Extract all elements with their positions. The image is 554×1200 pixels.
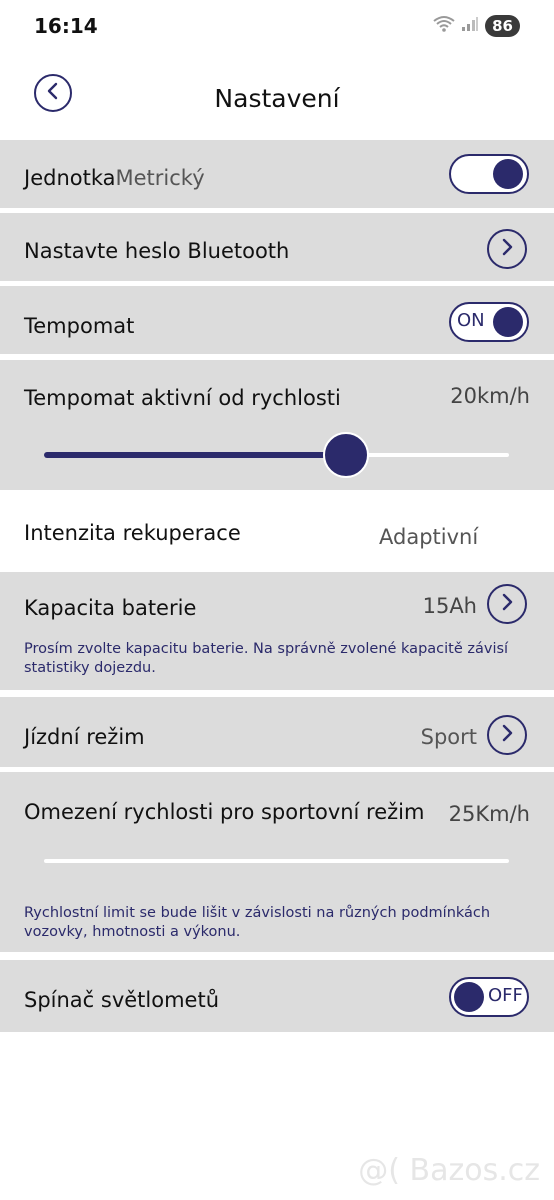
wifi-icon (433, 15, 455, 37)
sport-limit-row: Omezení rychlosti pro sportovní režim 25… (0, 772, 554, 952)
headlight-toggle[interactable]: OFF (449, 977, 529, 1017)
header: Nastavení (0, 60, 554, 138)
cruise-toggle[interactable]: ON (449, 302, 529, 342)
battery-value: 15Ah (422, 594, 477, 618)
recuperation-row[interactable]: Intenzita rekuperace Adaptivní (0, 495, 554, 567)
recuperation-label: Intenzita rekuperace (24, 521, 241, 545)
ride-mode-chevron-button[interactable] (487, 715, 527, 755)
cruise-label: Tempomat (24, 314, 135, 338)
headlight-row: Spínač světlometů OFF (0, 960, 554, 1032)
toggle-knob (493, 307, 523, 337)
headlight-label: Spínač světlometů (24, 988, 220, 1012)
slider-fill (44, 452, 347, 458)
ride-mode-row[interactable]: Jízdní režim Sport (0, 697, 554, 767)
toggle-text: OFF (488, 985, 523, 1006)
slider-thumb[interactable] (323, 432, 370, 478)
cruise-speed-slider[interactable] (44, 432, 509, 478)
recuperation-value: Adaptivní (379, 525, 479, 549)
chevron-right-icon (500, 593, 514, 615)
unit-toggle[interactable] (449, 154, 529, 194)
battery-chevron-button[interactable] (487, 584, 527, 624)
cruise-speed-row: Tempomat aktivní od rychlosti 20km/h (0, 360, 554, 490)
cruise-speed-label: Tempomat aktivní od rychlosti (24, 386, 341, 410)
ride-mode-label: Jízdní režim (24, 725, 145, 749)
cruise-row: Tempomat ON (0, 286, 554, 354)
unit-label: JednotkaMetrický (24, 166, 205, 190)
chevron-right-icon (500, 238, 514, 260)
status-bar: 16:14 86 (0, 0, 554, 56)
toggle-knob (454, 982, 484, 1012)
sport-limit-label: Omezení rychlosti pro sportovní režim (24, 800, 425, 824)
toggle-knob (493, 159, 523, 189)
watermark: @( Bazos.cz (358, 1153, 540, 1188)
battery-label: Kapacita baterie (24, 596, 197, 620)
sport-limit-slider[interactable] (44, 859, 509, 863)
bluetooth-label: Nastavte heslo Bluetooth (24, 239, 290, 263)
sport-limit-note: Rychlostní limit se bude lišit v závislo… (24, 905, 491, 940)
page-title: Nastavení (214, 84, 340, 113)
battery-row[interactable]: Kapacita baterie 15Ah Prosím zvolte kapa… (0, 572, 554, 690)
battery-badge: 86 (485, 15, 520, 37)
status-time: 16:14 (34, 14, 98, 38)
sport-limit-value: 25Km/h (448, 802, 530, 826)
toggle-text: ON (457, 310, 485, 331)
bluetooth-row[interactable]: Nastavte heslo Bluetooth (0, 213, 554, 281)
unit-row: JednotkaMetrický (0, 140, 554, 208)
cruise-speed-value: 20km/h (450, 384, 530, 408)
ride-mode-value: Sport (420, 725, 477, 749)
bluetooth-chevron-button[interactable] (487, 229, 527, 269)
status-icons: 86 (433, 15, 520, 37)
unit-value: Metrický (115, 166, 205, 190)
signal-icon (461, 16, 479, 36)
battery-note: Prosím zvolte kapacitu baterie. Na správ… (24, 641, 509, 676)
chevron-right-icon (500, 724, 514, 746)
